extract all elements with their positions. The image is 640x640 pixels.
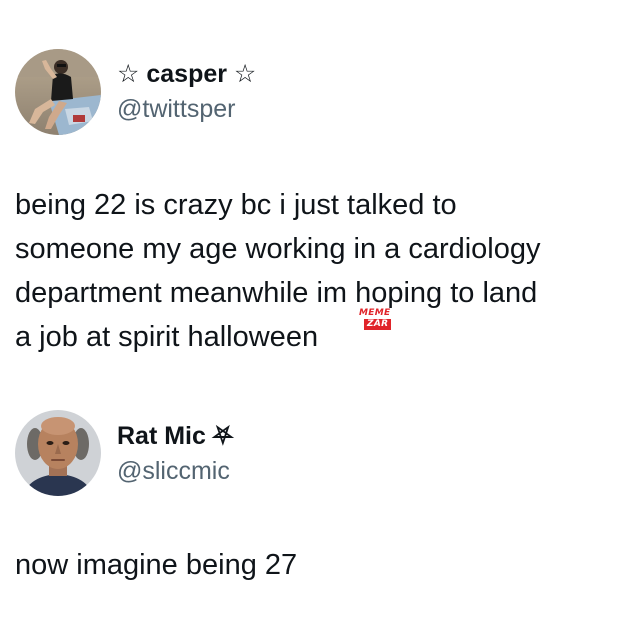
watermark-line1: MEME (359, 308, 391, 318)
avatar-rat-mic[interactable] (15, 410, 101, 496)
author-handle[interactable]: @twittsper (117, 94, 235, 124)
author-name[interactable]: ☆ casper ☆ (117, 59, 256, 89)
author-name[interactable]: Rat Mic ⛧ (117, 421, 233, 451)
author-handle[interactable]: @sliccmic (117, 456, 230, 486)
tweet-text: now imagine being 27 (15, 549, 298, 581)
profile-photo-portrait-icon (15, 410, 101, 496)
watermark-line2: ZAR (364, 319, 392, 330)
profile-photo-beach-icon (15, 49, 101, 135)
avatar-casper[interactable] (15, 49, 101, 135)
tweet-text: being 22 is crazy bc i just talked to so… (15, 189, 541, 353)
memezar-watermark-logo: MEME ZAR (356, 308, 398, 334)
